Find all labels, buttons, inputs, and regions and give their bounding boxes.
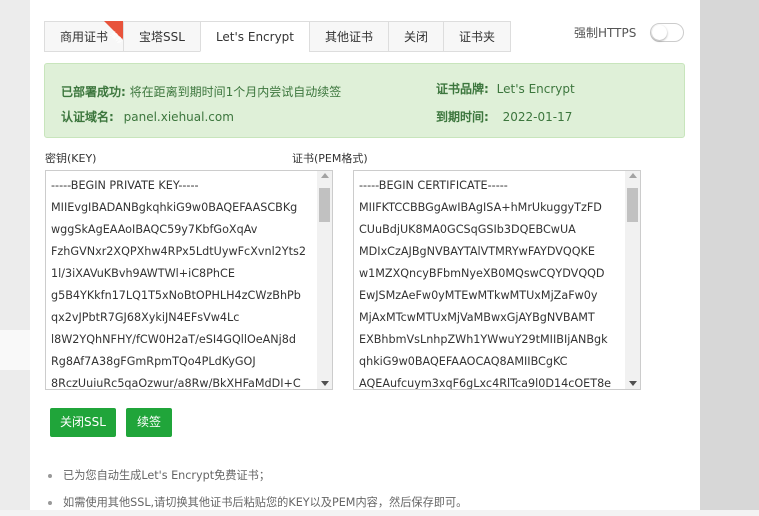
deployed-text: 将在距离到期时间1个月内尝试自动续签 — [129, 85, 342, 99]
brand-info: 证书品牌: Let's Encrypt — [436, 80, 575, 97]
tip-item: 已为您自动生成Let's Encrypt免费证书； — [48, 462, 467, 489]
tab-label: 其他证书 — [325, 30, 374, 44]
tip-item: 如需使用其他SSL,请切换其他证书后粘贴您的KEY以及PEM内容，然后保存即可。 — [48, 489, 467, 516]
scroll-down-arrow-icon[interactable] — [321, 381, 329, 386]
scroll-up-arrow-icon[interactable] — [629, 173, 637, 178]
key-field-label: 密钥(KEY) — [45, 152, 97, 165]
deployed-status: 已部署成功: 将在距离到期时间1个月内尝试自动续签 — [61, 83, 341, 100]
private-key-text: -----BEGIN PRIVATE KEY----- MIIEvgIBADAN… — [51, 179, 306, 390]
toggle-knob — [652, 25, 667, 40]
ssl-tabs: 商用证书 推荐 宝塔SSL Let's Encrypt 其他证书 关闭 证书夹 — [44, 21, 512, 53]
tab-baota-ssl[interactable]: 宝塔SSL — [123, 21, 201, 52]
scroll-thumb[interactable] — [319, 188, 330, 222]
cert-status-alert: 已部署成功: 将在距离到期时间1个月内尝试自动续签 认证域名: panel.xi… — [44, 63, 685, 138]
bullet-icon — [48, 474, 52, 478]
tips-list: 已为您自动生成Let's Encrypt免费证书； 如需使用其他SSL,请切换其… — [48, 462, 467, 516]
renew-button[interactable]: 续签 — [126, 408, 172, 437]
certificate-text: -----BEGIN CERTIFICATE----- MIIFKTCCBBGg… — [359, 179, 612, 390]
domain-info: 认证域名: panel.xiehual.com — [61, 108, 234, 125]
scroll-up-arrow-icon[interactable] — [321, 173, 329, 178]
close-ssl-button[interactable]: 关闭SSL — [50, 408, 116, 437]
domain-label: 认证域名: — [61, 110, 114, 124]
tab-label: Let's Encrypt — [215, 30, 295, 44]
tab-cert-folder[interactable]: 证书夹 — [443, 21, 512, 52]
ssl-panel: 商用证书 推荐 宝塔SSL Let's Encrypt 其他证书 关闭 证书夹 … — [30, 0, 700, 510]
tab-commercial-cert[interactable]: 商用证书 推荐 — [44, 21, 124, 52]
domain-value: panel.xiehual.com — [123, 110, 234, 124]
force-https-label: 强制HTTPS — [574, 26, 637, 40]
cert-field-label: 证书(PEM格式) — [292, 152, 368, 165]
certificate-textarea[interactable]: -----BEGIN CERTIFICATE----- MIIFKTCCBBGg… — [353, 170, 641, 390]
background-left — [0, 0, 30, 510]
expiry-info: 到期时间: 2022-01-17 — [436, 108, 572, 125]
tab-other-cert[interactable]: 其他证书 — [309, 21, 390, 52]
expiry-label: 到期时间: — [436, 110, 489, 124]
overlay-right — [700, 0, 759, 510]
certificate-scrollbar[interactable] — [625, 171, 640, 389]
tab-lets-encrypt[interactable]: Let's Encrypt — [199, 21, 311, 52]
bullet-icon — [48, 501, 52, 505]
scroll-thumb[interactable] — [627, 188, 638, 222]
deployed-label: 已部署成功: — [61, 85, 126, 99]
expiry-value: 2022-01-17 — [502, 110, 573, 124]
force-https-toggle[interactable] — [650, 23, 684, 42]
brand-label: 证书品牌: — [436, 82, 489, 96]
private-key-textarea[interactable]: -----BEGIN PRIVATE KEY----- MIIEvgIBADAN… — [45, 170, 333, 390]
tab-close[interactable]: 关闭 — [388, 21, 445, 52]
private-key-scrollbar[interactable] — [317, 171, 332, 389]
tab-label: 宝塔SSL — [139, 30, 185, 44]
tab-label: 证书夹 — [459, 30, 496, 44]
tab-label: 关闭 — [404, 30, 429, 44]
background-strip — [0, 330, 30, 370]
brand-value: Let's Encrypt — [496, 82, 575, 96]
scroll-down-arrow-icon[interactable] — [629, 381, 637, 386]
